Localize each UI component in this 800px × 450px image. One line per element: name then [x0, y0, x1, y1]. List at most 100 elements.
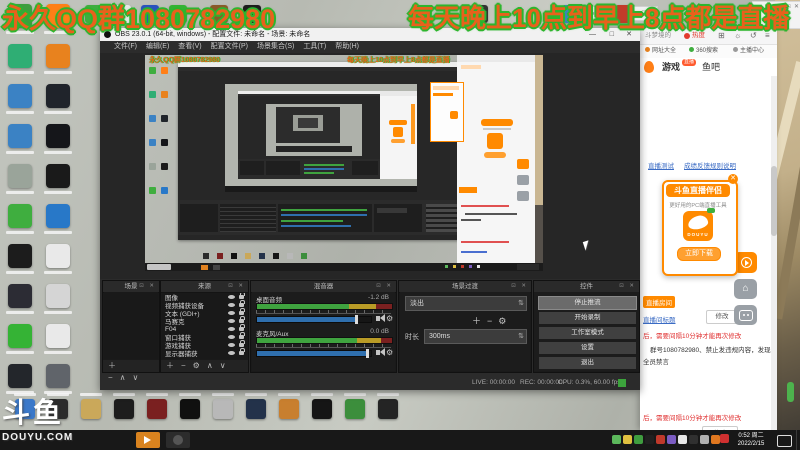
desktop-icon[interactable] [46, 164, 70, 188]
desktop-icon[interactable] [8, 164, 32, 188]
desktop-icon[interactable] [85, 5, 103, 23]
desktop-icon[interactable] [46, 44, 70, 68]
visibility-icon[interactable] [228, 351, 235, 355]
menu-item[interactable]: 帮助(H) [335, 43, 359, 50]
desktop-icon[interactable] [46, 284, 70, 308]
float-home-button[interactable]: ⌂ [734, 279, 757, 299]
tray-icon[interactable] [689, 435, 698, 444]
corner-window-controls[interactable]: – □ ✕ [780, 3, 799, 10]
maximize-icon[interactable]: □ [610, 28, 614, 41]
theme-icon[interactable]: ☼ [734, 28, 741, 44]
menu-item[interactable]: 工具(T) [303, 43, 326, 50]
desktop-icon[interactable] [114, 399, 134, 419]
menu-item[interactable]: 场景集合(S) [257, 43, 294, 50]
volume-handle[interactable] [355, 315, 359, 324]
control-button-5[interactable]: 退出 [538, 356, 637, 370]
menu-item[interactable]: 查看(V) [178, 43, 201, 50]
sources-toolbar-icon[interactable]: ∧ [207, 361, 213, 370]
tray-icon[interactable] [678, 435, 687, 444]
lock-icon[interactable] [239, 293, 245, 299]
desktop-icon[interactable] [15, 399, 35, 419]
desktop-icon[interactable] [243, 5, 261, 23]
lock-icon[interactable] [239, 348, 245, 355]
desktop-icon[interactable] [8, 44, 32, 68]
hot-label[interactable]: 热度 [692, 28, 705, 44]
transitions-toolbar-icon[interactable]: ⚙ [498, 316, 512, 326]
desktop-icon[interactable] [8, 4, 32, 28]
desktop-icon[interactable] [312, 399, 332, 419]
desktop-icon[interactable] [113, 5, 131, 23]
desktop-icon[interactable] [180, 399, 200, 419]
duration-spinbox[interactable]: 300ms ⇅ [424, 329, 527, 344]
tray-icon[interactable] [645, 435, 654, 444]
action-center-icon[interactable] [777, 435, 792, 447]
desktop-icon[interactable] [345, 399, 365, 419]
taskbar-app-2[interactable] [166, 432, 190, 448]
float-feedback-button[interactable] [734, 305, 757, 325]
close-icon[interactable]: ✕ [626, 28, 632, 41]
gear-icon[interactable]: ⚙ [386, 315, 393, 323]
control-button-3[interactable]: 工作室模式 [538, 326, 637, 340]
content-link-1[interactable]: 直播测试 [648, 160, 674, 170]
desktop-icon[interactable] [210, 5, 228, 23]
desktop-icon[interactable] [8, 124, 32, 148]
desktop-icon[interactable] [147, 399, 167, 419]
gear-icon[interactable]: ⚙ [386, 349, 393, 357]
bookmark-item[interactable]: 360搜索 [689, 45, 718, 58]
tab-game[interactable]: 游戏 [662, 58, 680, 76]
taskbar-app-douyu[interactable] [136, 432, 160, 448]
tray-icon[interactable] [667, 435, 676, 444]
lock-icon[interactable] [239, 332, 245, 339]
panel-header-icons[interactable]: ⊡ ✕ [619, 281, 636, 292]
lock-icon[interactable] [239, 316, 245, 323]
minimize-icon[interactable]: — [589, 28, 596, 41]
grid-icon[interactable]: ⊞ [718, 28, 725, 44]
desktop-icon[interactable] [615, 5, 633, 23]
visibility-icon[interactable] [228, 319, 235, 323]
desktop-icon[interactable] [169, 5, 187, 23]
visibility-icon[interactable] [228, 335, 235, 339]
desktop-icon[interactable] [8, 204, 32, 228]
lock-icon[interactable] [239, 340, 245, 347]
menu-item[interactable]: 文件(F) [114, 43, 137, 50]
desktop-icon[interactable] [141, 5, 159, 23]
sources-toolbar-icon[interactable]: ＋ [166, 361, 174, 370]
desktop-icon[interactable] [8, 324, 32, 348]
desktop-icon[interactable] [46, 324, 70, 348]
control-button-2[interactable]: 开始录制 [538, 311, 637, 325]
desktop-icon[interactable] [470, 5, 488, 23]
sources-toolbar-icon[interactable]: ∨ [220, 361, 226, 370]
menu-icon[interactable]: ≡ [765, 28, 770, 44]
speaker-icon[interactable] [376, 348, 385, 356]
scenes-toolbar-icon[interactable]: ＋ [108, 361, 116, 370]
desktop-icon[interactable] [46, 364, 70, 388]
visibility-icon[interactable] [228, 311, 235, 315]
desktop-icon[interactable] [46, 204, 70, 228]
volume-handle[interactable] [365, 349, 369, 358]
show-desktop-strip[interactable] [796, 430, 797, 450]
transitions-toolbar-icon[interactable]: ＋ [472, 316, 487, 326]
control-button-4[interactable]: 设置 [538, 341, 637, 355]
taskbar-clock[interactable]: 0:52 周二 2022/2/15 [731, 432, 771, 448]
sources-toolbar-icon[interactable]: ⚙ [193, 361, 200, 370]
visibility-icon[interactable] [228, 303, 235, 307]
select-spinner-icon[interactable]: ⇅ [518, 297, 524, 310]
scrollbar[interactable] [771, 76, 777, 430]
visibility-icon[interactable] [228, 343, 235, 347]
volume-slider[interactable] [256, 349, 372, 358]
desktop-icon[interactable] [8, 84, 32, 108]
desktop-icon[interactable] [213, 399, 233, 419]
desktop-icon[interactable] [378, 399, 398, 419]
source-row[interactable]: 马赛克 [162, 316, 247, 326]
room-link[interactable]: 直播间标题 [643, 314, 676, 324]
scrollbar-thumb[interactable] [771, 166, 777, 236]
spin-arrows-icon[interactable]: ⇅ [518, 330, 524, 343]
visibility-icon[interactable] [228, 295, 235, 299]
tray-icon[interactable] [700, 435, 709, 444]
desktop-icon[interactable] [46, 4, 70, 28]
transition-select[interactable]: 淡出 ⇅ [405, 296, 527, 311]
desktop-icon[interactable] [246, 399, 266, 419]
desktop-icon[interactable] [46, 244, 70, 268]
desktop-icon[interactable] [48, 399, 68, 419]
panel-header-icons[interactable]: ⊡ ✕ [228, 281, 245, 292]
